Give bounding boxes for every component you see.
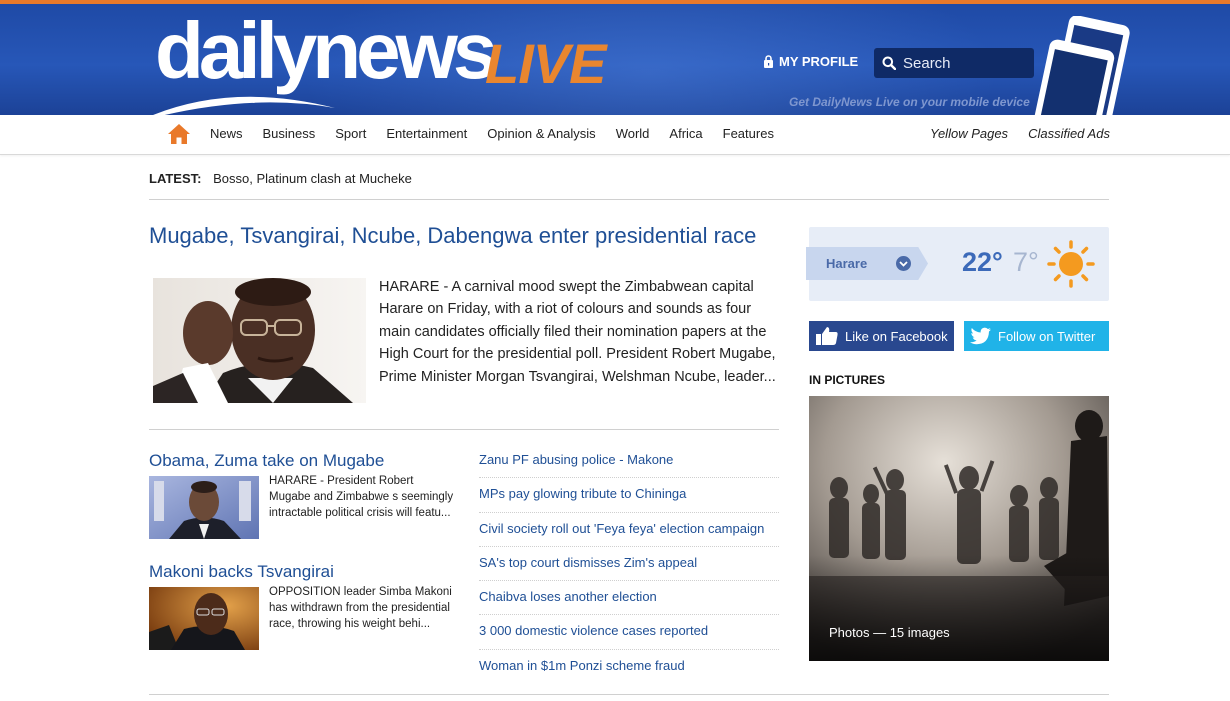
twitter-label: Follow on Twitter bbox=[998, 328, 1096, 344]
photo-gallery-teaser[interactable]: Photos — 15 images bbox=[809, 396, 1109, 661]
logo-wordmark: dailynews bbox=[155, 6, 497, 95]
nav-item-entertainment[interactable]: Entertainment bbox=[386, 126, 467, 141]
site-header: dailynews LIVE MY PROFILE Get DailyNews … bbox=[0, 0, 1230, 115]
story-title[interactable]: Obama, Zuma take on Mugabe bbox=[149, 451, 384, 471]
main-nav: News Business Sport Entertainment Opinio… bbox=[0, 115, 1230, 155]
lead-story-excerpt: HARARE - A carnival mood swept the Zimba… bbox=[379, 279, 776, 385]
nav-item-features[interactable]: Features bbox=[723, 126, 774, 141]
divider bbox=[149, 429, 779, 430]
headline-link[interactable]: Civil society roll out 'Feya feya' elect… bbox=[479, 513, 779, 547]
story-image[interactable] bbox=[149, 476, 259, 539]
story-excerpt: HARARE - President Robert Mugabe and Zim… bbox=[269, 475, 454, 519]
nav-secondary: Yellow Pages Classified Ads bbox=[930, 126, 1110, 141]
story-image[interactable] bbox=[149, 587, 259, 650]
nav-item-sport[interactable]: Sport bbox=[335, 126, 366, 141]
headline-link[interactable]: SA's top court dismisses Zim's appeal bbox=[479, 547, 779, 582]
twitter-bird-icon bbox=[970, 327, 991, 345]
city-selector[interactable]: Harare bbox=[806, 247, 928, 280]
site-logo[interactable]: dailynews LIVE bbox=[153, 6, 606, 115]
nav-item-opinion[interactable]: Opinion & Analysis bbox=[487, 126, 595, 141]
story-excerpt: OPPOSITION leader Simba Makoni has withd… bbox=[269, 586, 452, 630]
nav-item-business[interactable]: Business bbox=[263, 126, 316, 141]
divider bbox=[149, 199, 1109, 200]
search-input[interactable] bbox=[903, 54, 1023, 72]
gallery-caption: Photos — 15 images bbox=[829, 625, 950, 640]
headline-list: Zanu PF abusing police - Makone MPs pay … bbox=[479, 444, 779, 684]
nav-item-classified-ads[interactable]: Classified Ads bbox=[1028, 126, 1110, 141]
headline-link[interactable]: 3 000 domestic violence cases reported bbox=[479, 615, 779, 650]
nav-item-yellow-pages[interactable]: Yellow Pages bbox=[930, 126, 1008, 141]
divider bbox=[149, 694, 1109, 695]
weather-widget: Harare 22° 7° bbox=[806, 227, 1109, 301]
nav-item-news[interactable]: News bbox=[210, 126, 243, 141]
gallery-photo bbox=[809, 396, 1109, 661]
twitter-follow-button[interactable]: Follow on Twitter bbox=[964, 321, 1109, 351]
chevron-down-icon bbox=[896, 256, 911, 271]
temperature-high: 22° bbox=[962, 247, 1003, 277]
lock-icon bbox=[764, 55, 773, 68]
headline-link[interactable]: Chaibva loses another election bbox=[479, 581, 779, 616]
latest-ticker: LATEST: Bosso, Platinum clash at Mucheke bbox=[149, 171, 412, 186]
mobile-tagline[interactable]: Get DailyNews Live on your mobile device bbox=[789, 95, 1030, 109]
logo-live: LIVE bbox=[485, 32, 606, 95]
in-pictures-heading: IN PICTURES bbox=[809, 373, 886, 387]
sun-icon bbox=[1047, 240, 1095, 288]
nav-item-world[interactable]: World bbox=[616, 126, 650, 141]
portrait-photo bbox=[149, 587, 259, 650]
headline-link[interactable]: MPs pay glowing tribute to Chininga bbox=[479, 478, 779, 513]
search-box[interactable] bbox=[874, 48, 1034, 78]
nav-item-africa[interactable]: Africa bbox=[669, 126, 702, 141]
facebook-label: Like on Facebook bbox=[845, 328, 948, 344]
nav-menu: News Business Sport Entertainment Opinio… bbox=[210, 126, 794, 141]
latest-headline[interactable]: Bosso, Platinum clash at Mucheke bbox=[213, 171, 412, 186]
portrait-photo bbox=[149, 476, 259, 539]
home-icon[interactable] bbox=[167, 123, 191, 145]
search-icon bbox=[882, 56, 896, 70]
temperature-low: 7° bbox=[1013, 247, 1039, 277]
story-title[interactable]: Makoni backs Tsvangirai bbox=[149, 562, 334, 582]
my-profile-label: MY PROFILE bbox=[779, 54, 859, 69]
city-name: Harare bbox=[826, 256, 868, 271]
my-profile-link[interactable]: MY PROFILE bbox=[763, 54, 858, 69]
headline-link[interactable]: Zanu PF abusing police - Makone bbox=[479, 444, 779, 479]
latest-label: LATEST: bbox=[149, 171, 202, 186]
mobile-devices-icon[interactable] bbox=[1030, 16, 1145, 115]
lead-story-title[interactable]: Mugabe, Tsvangirai, Ncube, Dabengwa ente… bbox=[149, 225, 769, 247]
thumbs-up-icon bbox=[816, 327, 838, 345]
headline-link[interactable]: Woman in $1m Ponzi scheme fraud bbox=[479, 650, 779, 684]
portrait-photo bbox=[153, 278, 366, 403]
lead-story-image[interactable] bbox=[153, 278, 366, 403]
facebook-like-button[interactable]: Like on Facebook bbox=[809, 321, 954, 351]
